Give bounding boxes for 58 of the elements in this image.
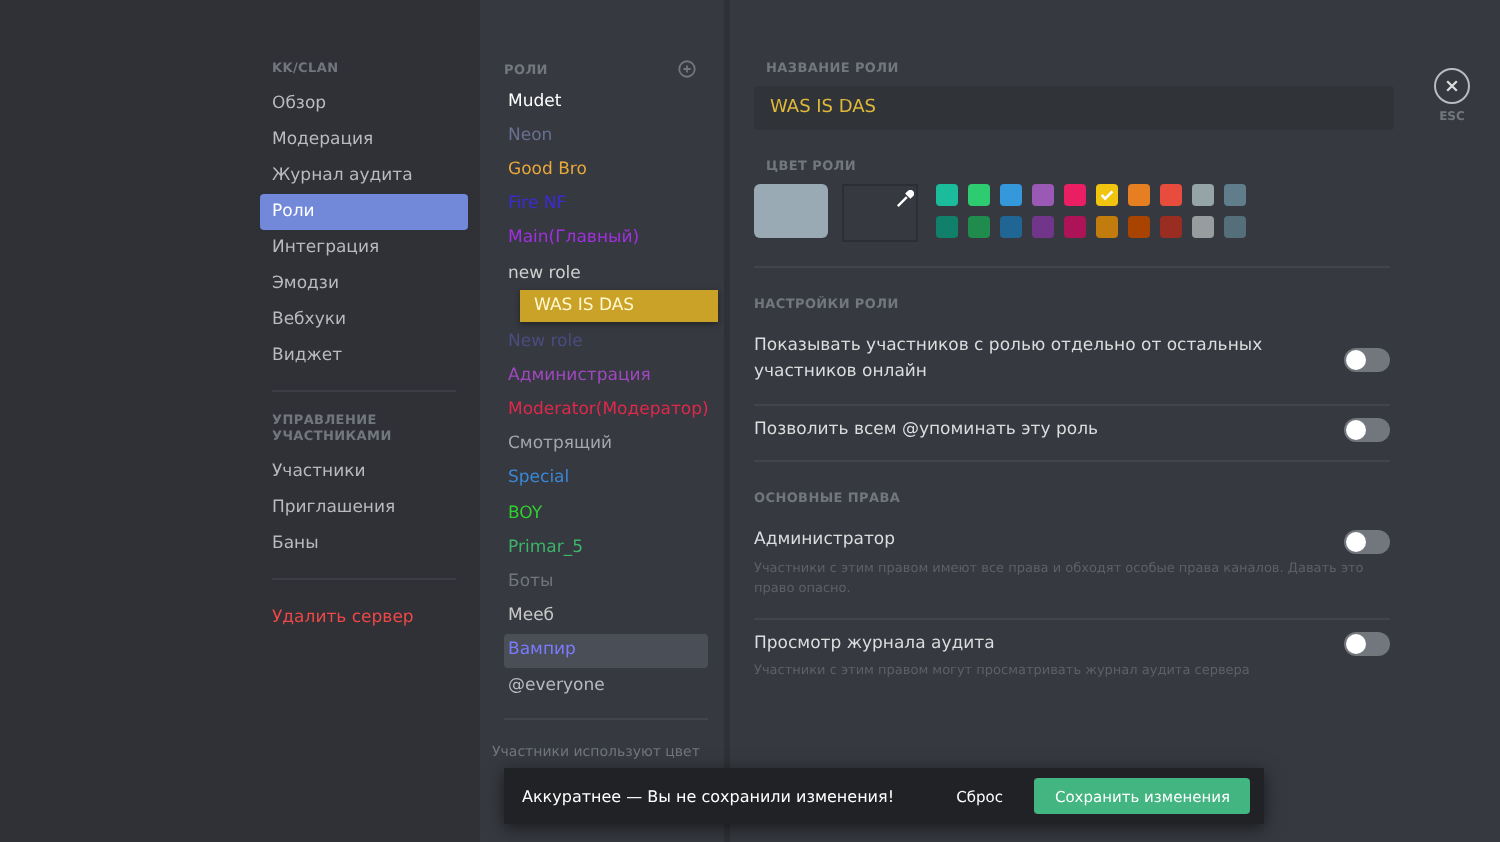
setting-label: Администратор [754, 528, 895, 554]
nav-item[interactable]: Вебхуки [260, 302, 468, 338]
toggle-switch[interactable] [1344, 417, 1390, 442]
close-button[interactable] [1434, 68, 1470, 104]
toggle-switch[interactable] [1344, 347, 1390, 372]
role-item[interactable]: Смотрящий [504, 427, 708, 462]
nav-item[interactable]: Роли [260, 194, 468, 230]
color-swatch[interactable] [1128, 216, 1150, 238]
role-item[interactable]: new role [504, 255, 708, 291]
color-swatch[interactable] [936, 216, 958, 238]
nav-item[interactable]: Журнал аудита [260, 158, 468, 194]
check-icon [1098, 186, 1116, 204]
nav-item[interactable]: Модерация [260, 122, 468, 158]
role-item[interactable]: BOY [504, 496, 708, 531]
color-swatch[interactable] [1224, 184, 1246, 206]
role-item[interactable]: @everyone [504, 668, 708, 703]
color-swatch[interactable] [968, 184, 990, 206]
nav-item[interactable]: Баны [260, 526, 468, 562]
color-swatch[interactable] [1160, 216, 1182, 238]
color-swatch[interactable] [968, 216, 990, 238]
nav-item[interactable]: Приглашения [260, 490, 468, 526]
color-swatch[interactable] [1096, 184, 1118, 206]
close-icon [1444, 78, 1460, 94]
toggle-switch[interactable] [1344, 631, 1390, 656]
color-swatch[interactable] [1064, 216, 1086, 238]
color-swatch[interactable] [936, 184, 958, 206]
color-swatch[interactable] [1128, 184, 1150, 206]
color-swatch[interactable] [1160, 184, 1182, 206]
color-swatch[interactable] [1224, 216, 1246, 238]
nav-item[interactable]: Интеграция [260, 230, 468, 266]
color-swatch[interactable] [1192, 216, 1214, 238]
nav-item[interactable]: Обзор [260, 86, 468, 122]
notice-text: Аккуратнее — Вы не сохранили изменения! [522, 787, 897, 805]
add-icon[interactable] [678, 60, 696, 78]
nav-item[interactable]: Виджет [260, 338, 468, 374]
setting-label: Показывать участников с ролью отдельно от остальных участников онлайн [754, 334, 1265, 385]
setting-label: Просмотр журнала аудита [754, 631, 995, 657]
delete-server-item[interactable]: Удалить сервер [260, 600, 468, 636]
color-swatch[interactable] [1032, 216, 1054, 238]
nav-item[interactable]: Эмодзи [260, 266, 468, 302]
role-item[interactable]: Мееб [504, 599, 708, 634]
color-swatch[interactable] [1000, 216, 1022, 238]
role-item[interactable]: Good Bro [504, 152, 708, 188]
role-item[interactable]: Mudet [504, 84, 708, 119]
color-swatch[interactable] [1192, 184, 1214, 206]
toggle-switch[interactable] [1344, 529, 1390, 554]
color-swatch[interactable] [1032, 184, 1054, 206]
default-color-swatch[interactable] [754, 184, 828, 238]
eyedropper-icon [896, 190, 914, 208]
custom-color-swatch[interactable] [842, 184, 918, 242]
color-swatch[interactable] [1096, 216, 1118, 238]
nav-item[interactable]: Участники [260, 454, 468, 490]
color-swatch[interactable] [1064, 184, 1086, 206]
role-item[interactable]: Special [504, 461, 708, 497]
role-item[interactable]: Primar_5 [504, 530, 708, 565]
color-swatch[interactable] [1000, 184, 1022, 206]
setting-label: Позволить всем @упоминать эту роль [754, 417, 1099, 443]
role-name-field[interactable]: WAS IS DAS [754, 86, 1394, 130]
